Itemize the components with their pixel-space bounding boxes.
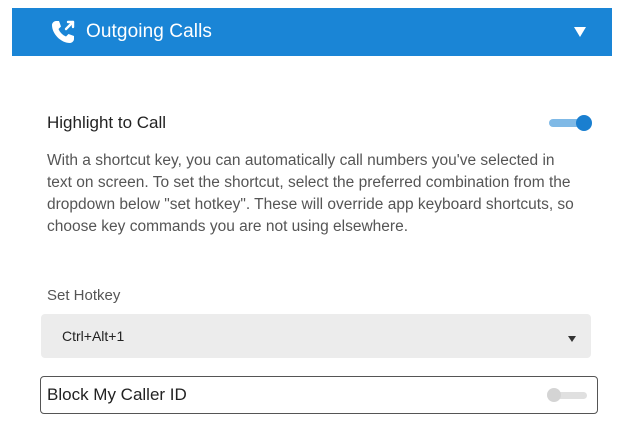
toggle-knob: [576, 115, 592, 131]
header-title: Outgoing Calls: [86, 21, 213, 42]
triangle-down-icon[interactable]: [572, 24, 588, 40]
set-hotkey-label: Set Hotkey: [47, 287, 121, 304]
toggle-knob: [547, 388, 561, 402]
block-caller-id-toggle[interactable]: [547, 387, 587, 403]
block-caller-id-label: Block My Caller ID: [47, 385, 187, 404]
phone-outgoing-icon: [48, 17, 78, 47]
chevron-down-icon: [567, 331, 577, 342]
highlight-to-call-description: With a shortcut key, you can automatical…: [47, 152, 574, 235]
outgoing-calls-header[interactable]: Outgoing Calls: [12, 8, 612, 56]
hotkey-selected-value: Ctrl+Alt+1: [62, 328, 125, 344]
highlight-to-call-toggle[interactable]: [549, 114, 593, 132]
hotkey-dropdown[interactable]: Ctrl+Alt+1: [41, 314, 591, 358]
highlight-to-call-title: Highlight to Call: [47, 113, 167, 132]
block-caller-id-row: Block My Caller ID: [40, 376, 598, 414]
